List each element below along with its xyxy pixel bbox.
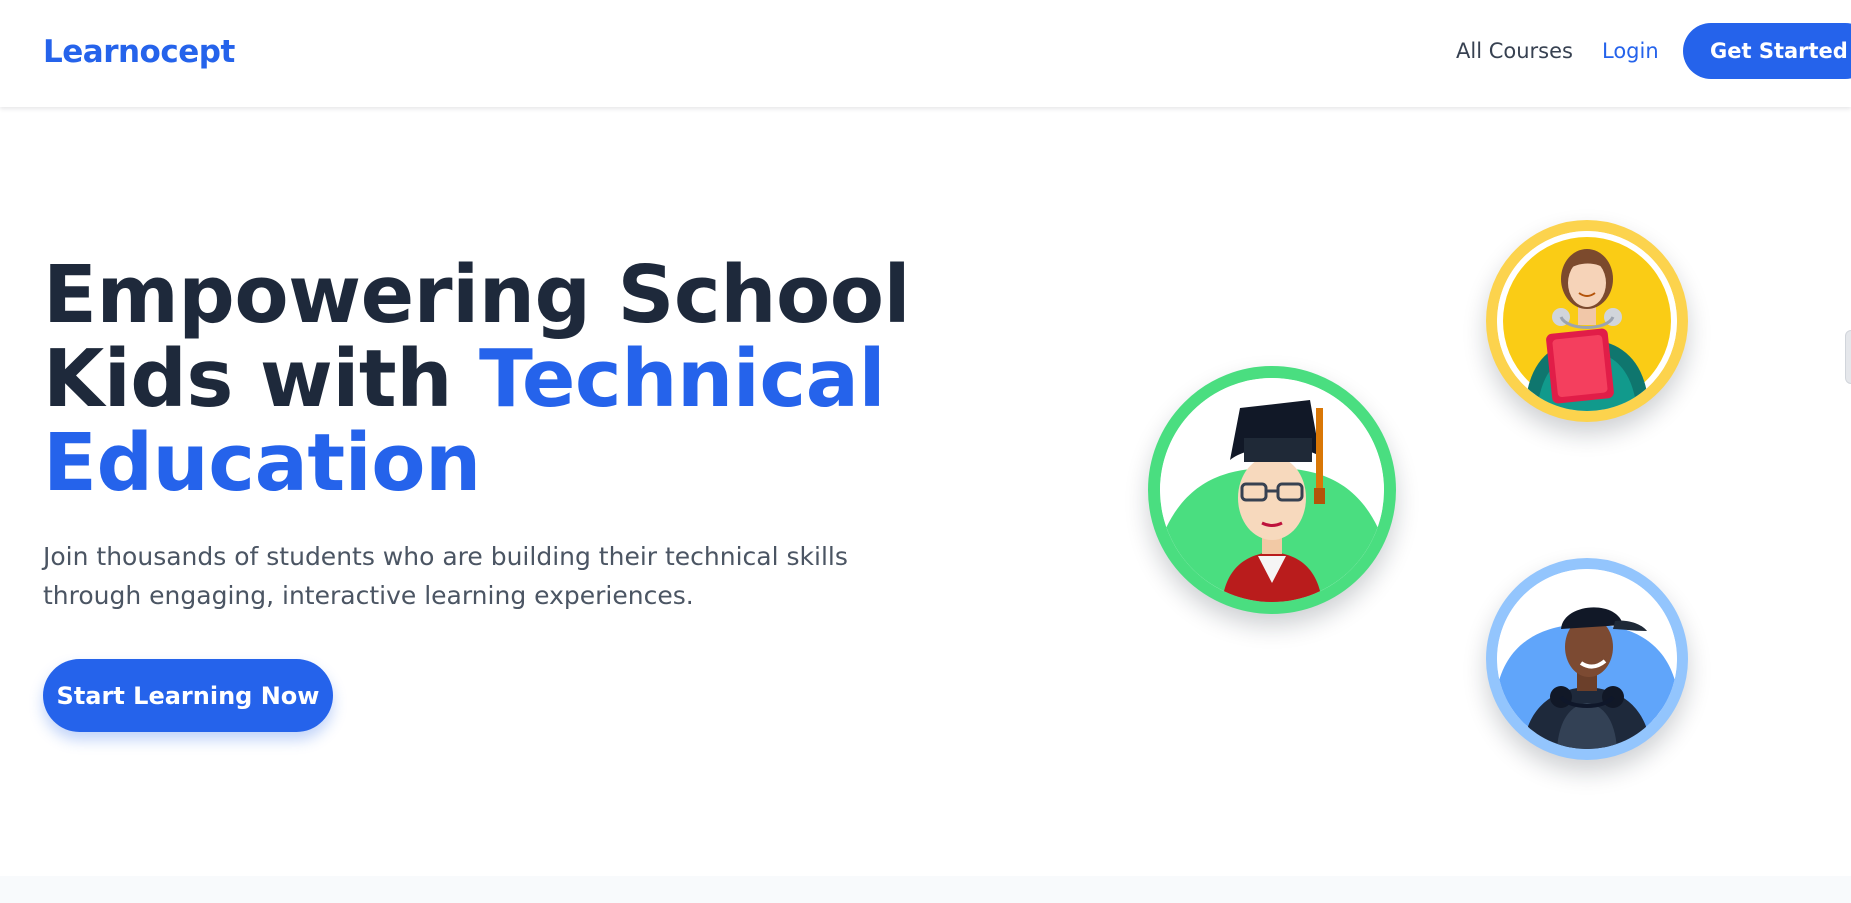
scroll-handle[interactable]: [1845, 330, 1851, 384]
hero-title: Empowering School Kids with Technical Educ…: [43, 253, 911, 505]
avatar-student-notebook: [1486, 220, 1688, 422]
student-cap-illustration: [1497, 569, 1677, 749]
site-header: Learnocept All Courses Login Get Started: [0, 0, 1851, 107]
avatar-graduate: [1148, 366, 1396, 614]
next-section-band: [0, 876, 1851, 903]
nav-login-link[interactable]: Login: [1602, 39, 1659, 63]
logo[interactable]: Learnocept: [43, 34, 235, 70]
hero-title-accent-1: Technical: [478, 333, 886, 425]
nav-all-courses-link[interactable]: All Courses: [1456, 39, 1573, 63]
landing-page: Learnocept All Courses Login Get Started…: [0, 0, 1851, 903]
hero-title-accent-2: Education: [43, 417, 481, 509]
student-notebook-illustration: [1497, 231, 1677, 411]
get-started-button[interactable]: Get Started: [1683, 23, 1851, 79]
graduate-illustration: [1160, 378, 1384, 602]
hero-subtitle: Join thousands of students who are build…: [43, 542, 848, 610]
hero-title-line2: Kids with: [43, 333, 479, 425]
avatar-student-cap: [1486, 558, 1688, 760]
start-learning-button[interactable]: Start Learning Now: [43, 659, 333, 732]
hero-title-line1: Empowering School: [43, 249, 911, 341]
